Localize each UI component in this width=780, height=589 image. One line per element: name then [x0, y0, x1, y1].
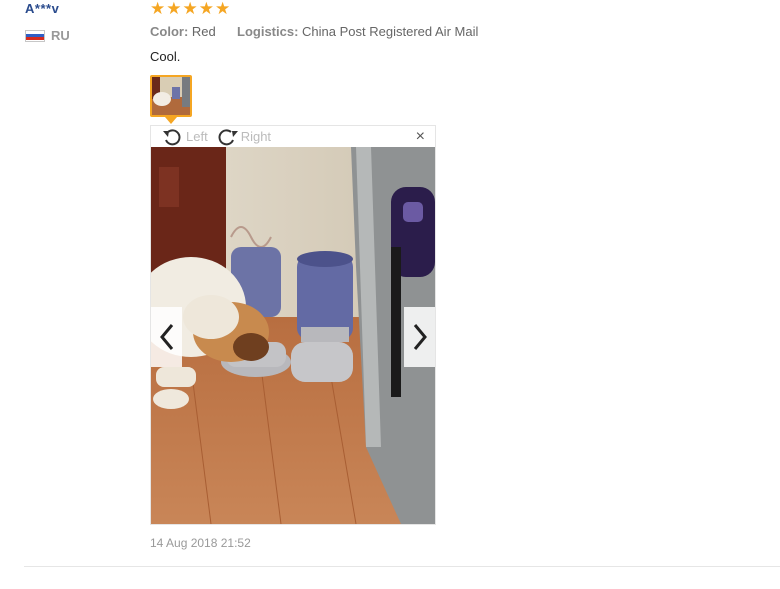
review-attributes: Color: Red Logistics: China Post Registe… — [150, 24, 478, 39]
rotate-right-button[interactable]: Right — [216, 127, 271, 147]
rotate-left-label: Left — [186, 129, 208, 144]
review-date: 14 Aug 2018 21:52 — [150, 536, 251, 550]
rotate-left-button[interactable]: Left — [161, 127, 208, 147]
country-code: RU — [51, 28, 70, 43]
rotate-left-icon — [163, 128, 181, 145]
star-rating: ★ ★ ★ ★ ★ — [150, 0, 230, 18]
review-divider — [24, 566, 780, 567]
color-value: Red — [191, 24, 216, 39]
review-photo — [151, 147, 435, 524]
rotate-right-label: Right — [240, 129, 272, 144]
star-icon: ★ — [198, 0, 214, 18]
logistics-value: China Post Registered Air Mail — [302, 24, 479, 39]
review-photo-thumbnail[interactable] — [150, 75, 192, 117]
review-photo-image — [151, 147, 435, 524]
review-text: Cool. — [150, 49, 181, 64]
close-viewer-button[interactable]: × — [416, 129, 425, 145]
chevron-left-icon — [159, 324, 173, 350]
reviewer-name: A***v — [25, 1, 60, 16]
star-icon: ★ — [215, 0, 231, 18]
star-icon: ★ — [166, 0, 182, 18]
logistics-label: Logistics: — [237, 24, 299, 39]
star-icon: ★ — [150, 0, 166, 18]
thumbnail-caret — [165, 117, 177, 124]
russia-flag-icon — [25, 29, 45, 42]
color-label: Color: — [150, 24, 189, 39]
photo-viewer: Left Right × — [150, 125, 436, 525]
chevron-right-icon — [413, 324, 427, 350]
previous-photo-button[interactable] — [151, 307, 182, 367]
rotate-right-icon — [218, 128, 238, 145]
reviewer-country: RU — [25, 28, 70, 43]
star-icon: ★ — [182, 0, 198, 18]
viewer-toolbar: Left Right × — [151, 126, 435, 147]
next-photo-button[interactable] — [404, 307, 435, 367]
